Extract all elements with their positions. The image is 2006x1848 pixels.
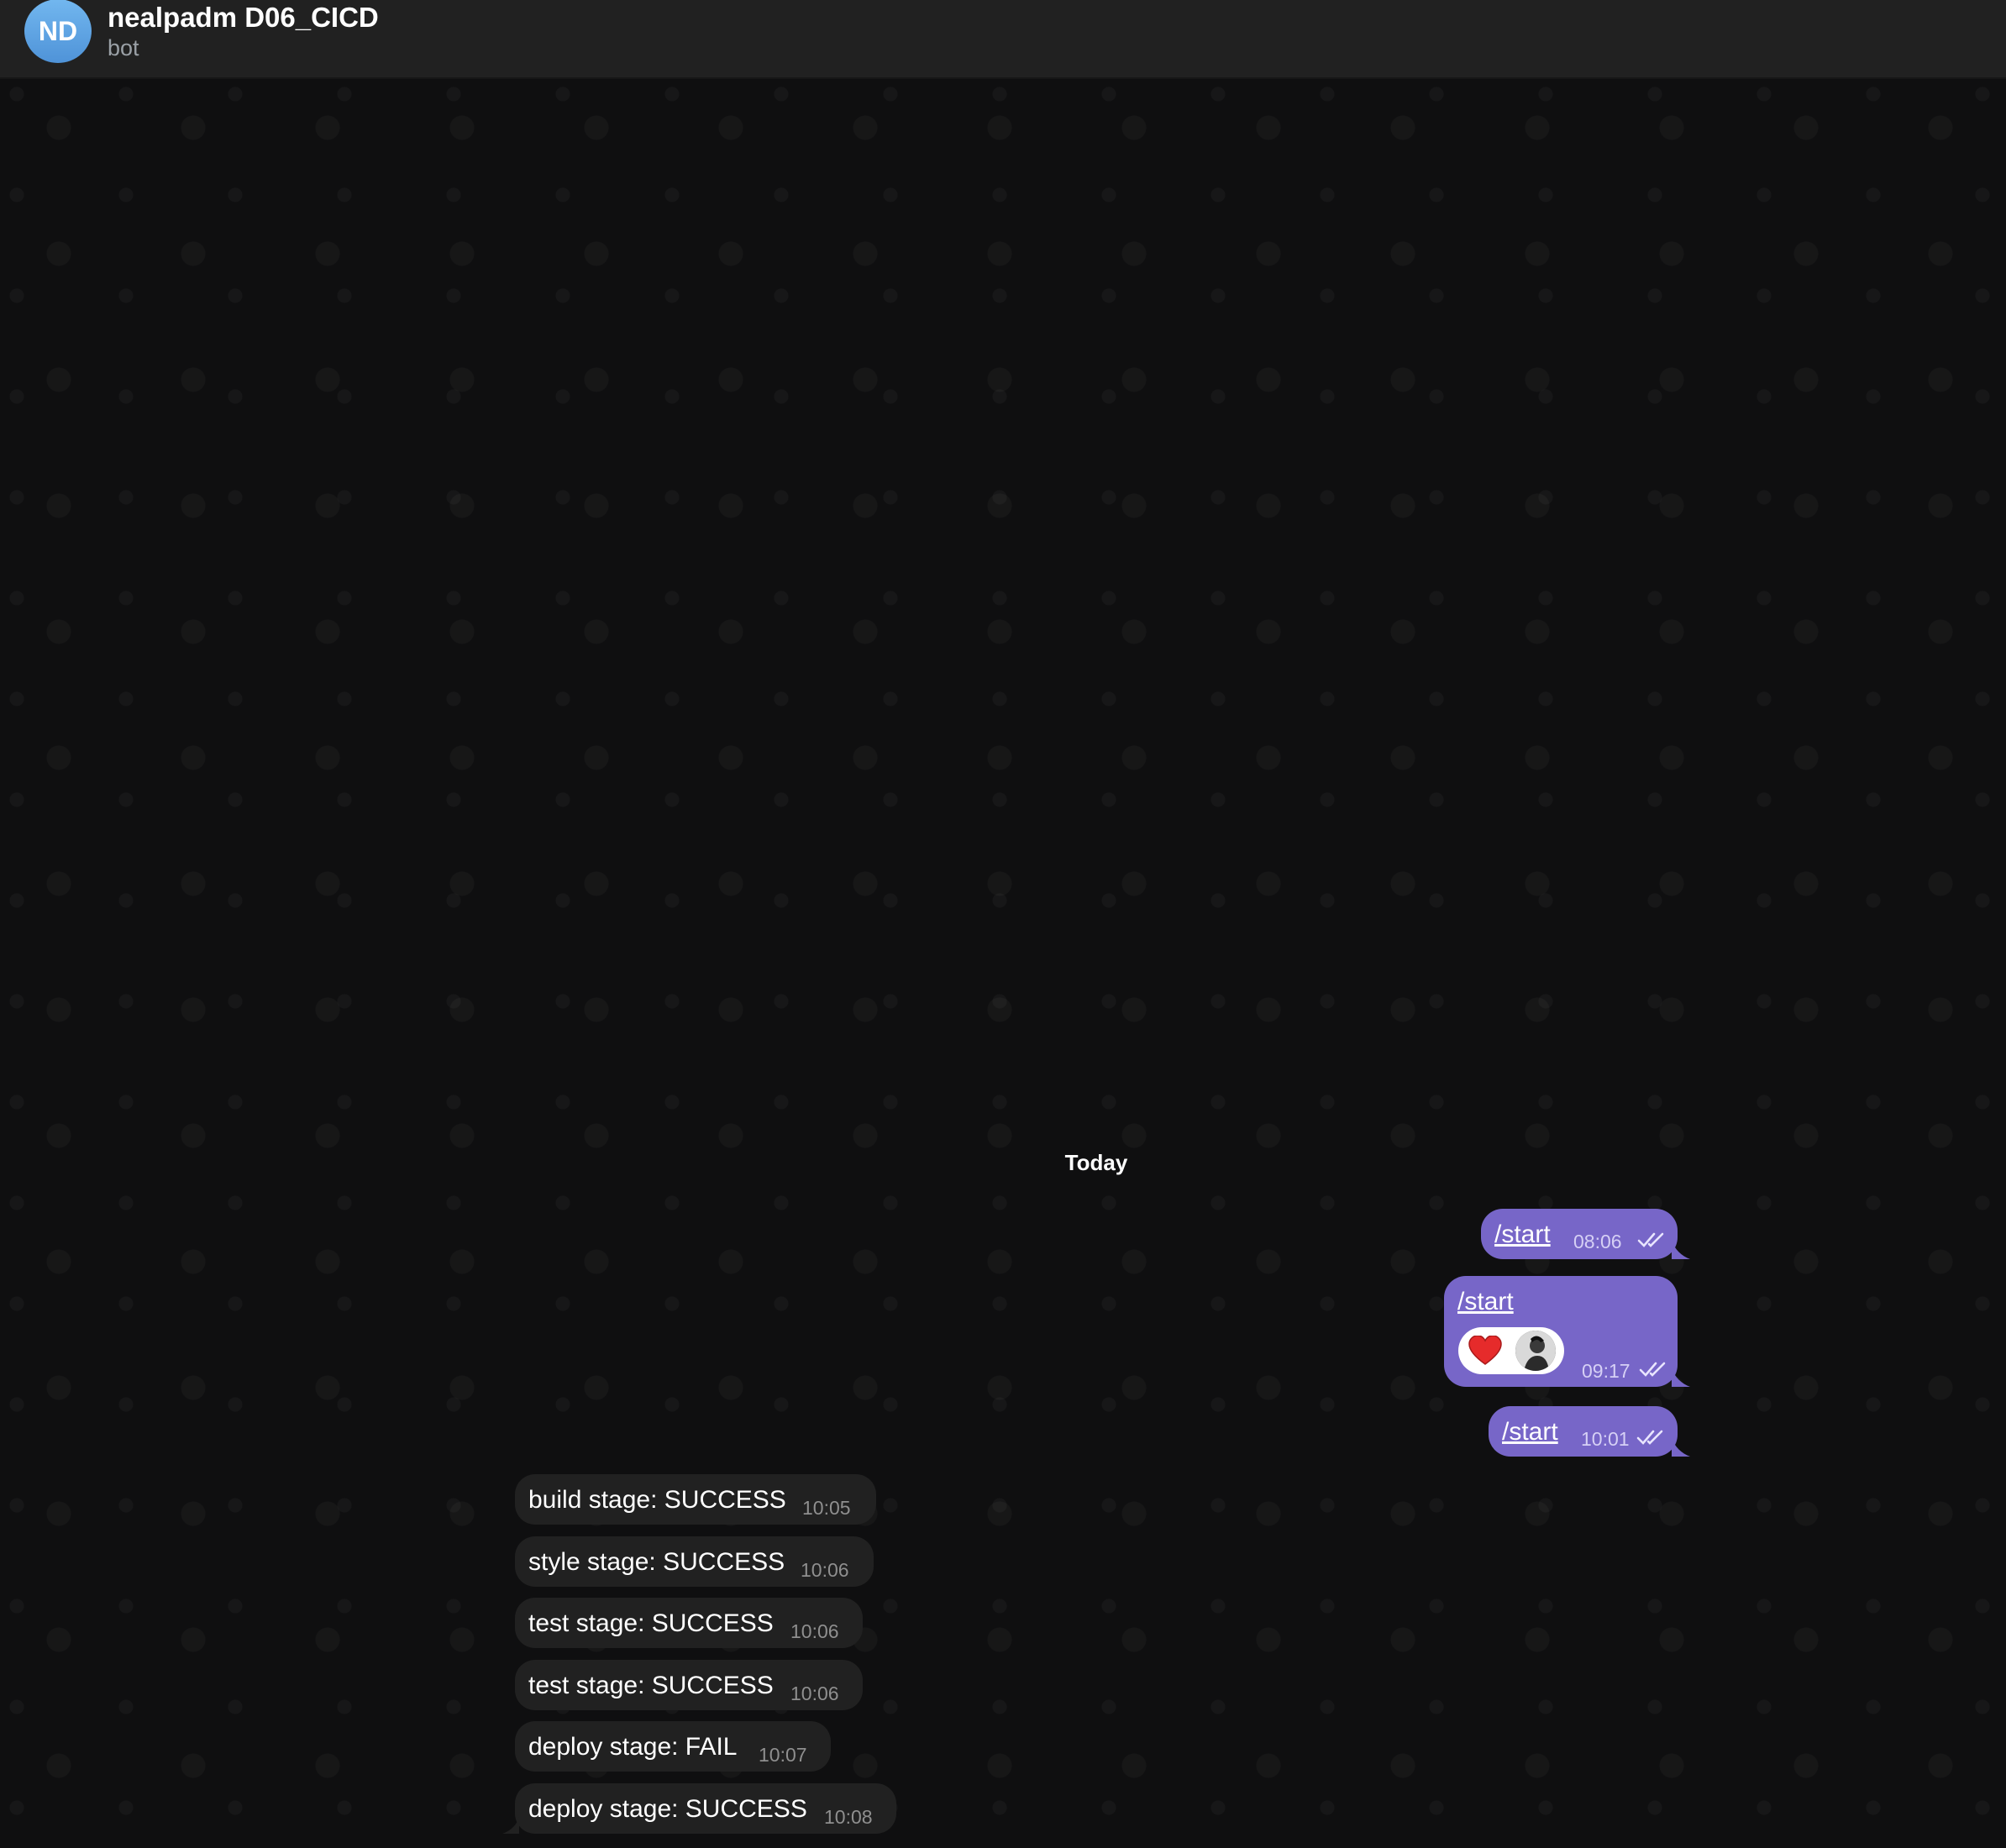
message-text: deploy stage: SUCCESS: [528, 1795, 807, 1823]
reactor-avatar-icon: [1515, 1331, 1556, 1371]
message-text: style stage: SUCCESS: [528, 1548, 785, 1576]
message-text: deploy stage: FAIL: [528, 1733, 738, 1761]
message-time: 10:08: [824, 1806, 873, 1828]
message-time: 10:06: [801, 1559, 849, 1581]
command-link[interactable]: /start: [1494, 1221, 1551, 1249]
message-time: 10:06: [790, 1620, 839, 1642]
message-time: 10:01: [1581, 1428, 1630, 1450]
message-time: 10:06: [790, 1683, 839, 1704]
chat-header[interactable]: ND nealpadm D06_CICD bot: [0, 0, 2006, 79]
incoming-message[interactable]: style stage: SUCCESS 10:06: [515, 1536, 874, 1587]
message-time: 09:17: [1582, 1360, 1631, 1382]
double-check-icon: [1639, 1362, 1666, 1377]
incoming-message[interactable]: deploy stage: SUCCESS 10:08: [515, 1783, 896, 1834]
command-link[interactable]: /start: [1502, 1418, 1558, 1446]
outgoing-message[interactable]: /start 08:06: [1481, 1209, 1678, 1259]
incoming-message[interactable]: test stage: SUCCESS 10:06: [515, 1598, 863, 1648]
double-check-icon: [1637, 1232, 1664, 1247]
avatar-initials: ND: [38, 15, 78, 46]
chat-background: [0, 77, 2006, 1848]
bubble-tail: [1672, 1438, 1690, 1457]
heart-icon: [1468, 1336, 1502, 1365]
chat-title[interactable]: nealpadm D06_CICD: [108, 2, 379, 34]
message-time: 08:06: [1573, 1231, 1622, 1252]
date-divider: Today: [1064, 1149, 1128, 1175]
message-text: test stage: SUCCESS: [528, 1609, 774, 1637]
incoming-message[interactable]: build stage: SUCCESS 10:05: [515, 1474, 876, 1525]
command-link[interactable]: /start: [1457, 1288, 1514, 1316]
chat-status: bot: [108, 35, 139, 60]
incoming-message[interactable]: deploy stage: FAIL 10:07: [515, 1721, 831, 1772]
message-text: test stage: SUCCESS: [528, 1672, 774, 1699]
bubble-tail: [1672, 1368, 1690, 1387]
message-time: 10:05: [802, 1497, 851, 1519]
double-check-icon: [1636, 1430, 1663, 1445]
incoming-message[interactable]: test stage: SUCCESS 10:06: [515, 1660, 863, 1710]
message-time: 10:07: [759, 1744, 807, 1766]
reaction-pill[interactable]: [1458, 1327, 1564, 1374]
bubble-tail: [502, 1817, 519, 1834]
message-text: build stage: SUCCESS: [528, 1486, 786, 1514]
chat-avatar[interactable]: ND: [24, 0, 92, 63]
bubble-tail: [1672, 1241, 1690, 1259]
outgoing-message[interactable]: /start 10:01: [1489, 1406, 1678, 1457]
